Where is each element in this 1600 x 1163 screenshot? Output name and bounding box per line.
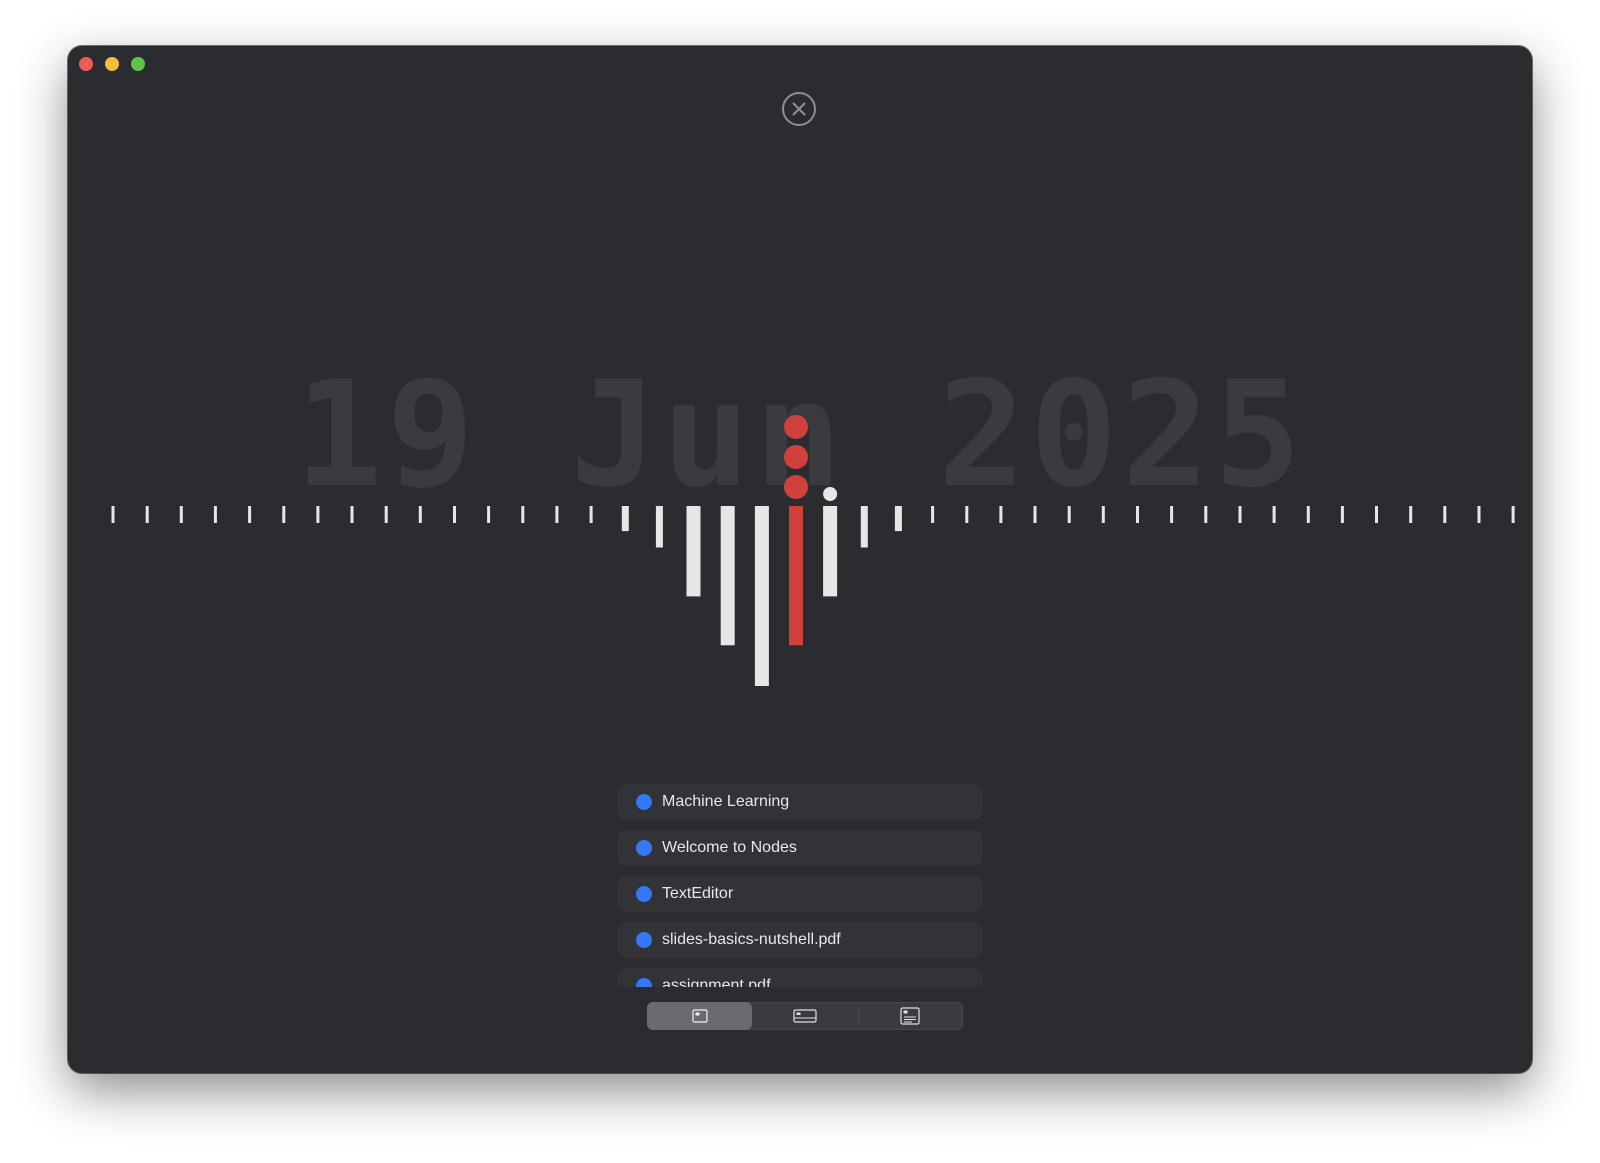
timeline-tick[interactable] — [621, 506, 629, 532]
timeline-tick[interactable] — [931, 506, 935, 523]
timeline-tick[interactable] — [1375, 506, 1378, 523]
timeline-tick[interactable] — [179, 506, 183, 523]
timeline-tick[interactable] — [248, 506, 252, 523]
activity-dot — [784, 415, 808, 439]
activity-dot — [784, 475, 808, 499]
timeline-tick[interactable] — [1443, 506, 1447, 523]
timeline-tick[interactable] — [686, 506, 701, 597]
blue-dot-icon — [636, 932, 652, 948]
timeline-tick[interactable] — [860, 506, 868, 548]
list-item[interactable]: Machine Learning — [618, 784, 982, 820]
timeline-tick[interactable] — [589, 506, 593, 523]
list-item[interactable]: TextEditor — [618, 876, 982, 912]
timeline-tick[interactable] — [282, 506, 286, 523]
timeline-tick[interactable] — [1272, 506, 1276, 523]
timeline-tick[interactable] — [555, 506, 559, 523]
timeline-tick[interactable] — [1101, 506, 1105, 523]
blue-dot-icon — [636, 840, 652, 856]
view-mode-control — [647, 1002, 963, 1030]
timeline-tick[interactable] — [1067, 506, 1071, 523]
timeline-tick[interactable] — [1033, 506, 1037, 523]
timeline-tick[interactable] — [999, 506, 1003, 523]
timeline-tick[interactable] — [350, 506, 354, 523]
blue-dot-icon — [636, 886, 652, 902]
timeline-tick[interactable] — [316, 506, 320, 523]
list-item[interactable]: slides-basics-nutshell.pdf — [618, 922, 982, 958]
timeline-tick[interactable] — [1170, 506, 1174, 523]
blue-dot-icon — [636, 978, 652, 987]
timeline-tick[interactable] — [1340, 506, 1344, 523]
timeline-tick[interactable] — [111, 506, 115, 523]
small-card-view-icon — [692, 1009, 708, 1023]
timeline-tick[interactable] — [384, 506, 388, 523]
timeline-tick[interactable] — [1136, 506, 1139, 523]
timeline-tick[interactable] — [1409, 506, 1413, 523]
timeline-tick[interactable] — [754, 506, 769, 686]
timeline-tick[interactable] — [894, 506, 902, 532]
timeline-tick[interactable] — [1306, 506, 1310, 523]
list-item-label: Welcome to Nodes — [662, 839, 797, 856]
detail-card-view-icon — [900, 1007, 920, 1025]
timeline-tick[interactable] — [655, 506, 663, 548]
timeline-tick[interactable] — [213, 506, 217, 523]
timeline-tick[interactable] — [720, 506, 735, 646]
list-item[interactable]: Welcome to Nodes — [618, 830, 982, 866]
app-window: 19 Jun 2025 Machine Learning Welcome to … — [68, 46, 1532, 1073]
wide-card-view-button[interactable] — [752, 1002, 857, 1030]
timeline-tick[interactable] — [1511, 506, 1515, 523]
list-item[interactable]: assignment.pdf — [618, 968, 982, 994]
timeline-tick[interactable] — [965, 506, 969, 523]
timeline-tick[interactable] — [453, 506, 456, 523]
list-item-label: assignment.pdf — [662, 977, 771, 994]
detail-card-view-button[interactable] — [857, 1002, 963, 1030]
timeline-tick[interactable] — [418, 506, 422, 523]
timeline-tick[interactable] — [1477, 506, 1481, 523]
blue-dot-icon — [636, 794, 652, 810]
selected-day-bar[interactable] — [789, 506, 803, 646]
hover-marker-dot — [823, 487, 838, 501]
timeline-tick[interactable] — [1204, 506, 1208, 523]
timeline-tick[interactable] — [1238, 506, 1242, 523]
activity-dot — [784, 445, 808, 469]
wide-card-view-icon — [793, 1009, 817, 1023]
timeline-tick[interactable] — [823, 506, 838, 597]
list-item-label: slides-basics-nutshell.pdf — [662, 931, 841, 948]
timeline-tick[interactable] — [487, 506, 491, 523]
timeline-tick[interactable] — [521, 506, 525, 523]
timeline-tick[interactable] — [145, 506, 149, 523]
list-item-label: Machine Learning — [662, 793, 790, 810]
list-item-label: TextEditor — [662, 885, 734, 902]
small-card-view-button[interactable] — [647, 1002, 753, 1030]
